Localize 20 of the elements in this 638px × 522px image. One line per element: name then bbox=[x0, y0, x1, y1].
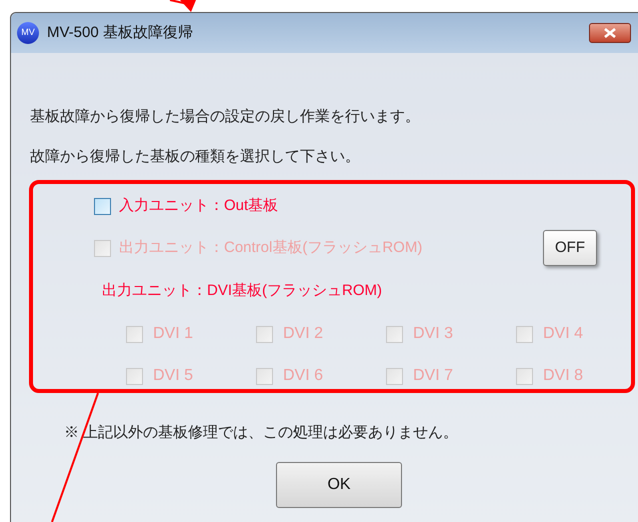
checkbox-label: DVI 1 bbox=[153, 324, 194, 344]
checkbox-label: DVI 7 bbox=[413, 366, 454, 386]
checkbox-label: 出力ユニット：Control基板(フラッシュROM) bbox=[119, 238, 422, 258]
window-title: MV-500 基板故障復帰 bbox=[47, 22, 193, 43]
checkbox-label: DVI 2 bbox=[283, 324, 324, 344]
instruction-text: 基板故障から復帰した場合の設定の戻し作業を行います。 bbox=[30, 107, 421, 127]
app-logo-icon: MV bbox=[17, 22, 39, 44]
checkbox-label: DVI 3 bbox=[413, 324, 454, 344]
close-button[interactable] bbox=[589, 23, 631, 43]
checkbox-label: DVI 8 bbox=[543, 366, 584, 386]
checkbox-label: 入力ユニット：Out基板 bbox=[119, 196, 278, 216]
checkbox-label: DVI 5 bbox=[153, 366, 194, 386]
instruction-text: 故障から復帰した基板の種類を選択して下さい。 bbox=[30, 147, 361, 167]
annotation-arrow bbox=[170, 0, 196, 12]
section-heading: 出力ユニット：DVI基板(フラッシュROM) bbox=[102, 280, 382, 301]
checkbox-label: DVI 6 bbox=[283, 366, 324, 386]
close-icon bbox=[603, 28, 617, 38]
checkbox-label: DVI 4 bbox=[543, 324, 584, 344]
checkbox[interactable] bbox=[94, 198, 111, 214]
ok-button[interactable]: OK bbox=[276, 462, 402, 508]
